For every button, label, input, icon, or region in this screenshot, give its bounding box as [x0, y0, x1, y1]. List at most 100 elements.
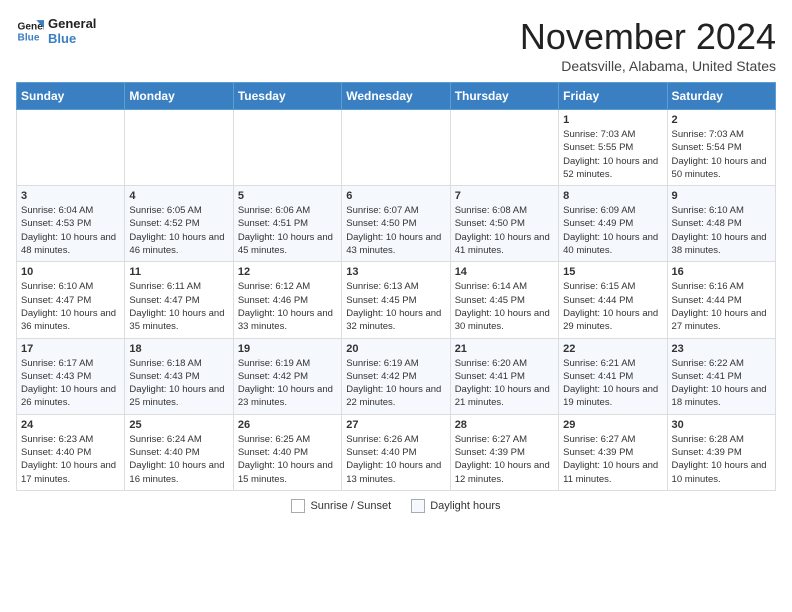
- day-info: Sunrise: 6:28 AM Sunset: 4:39 PM Dayligh…: [672, 433, 771, 486]
- day-info: Sunrise: 6:14 AM Sunset: 4:45 PM Dayligh…: [455, 280, 554, 333]
- logo: General Blue General Blue: [16, 16, 96, 46]
- day-cell: 26 Sunrise: 6:25 AM Sunset: 4:40 PM Dayli…: [233, 414, 341, 490]
- logo-line1: General: [48, 16, 96, 31]
- day-info: Sunrise: 6:10 AM Sunset: 4:48 PM Dayligh…: [672, 204, 771, 257]
- day-cell: 20 Sunrise: 6:19 AM Sunset: 4:42 PM Dayli…: [342, 338, 450, 414]
- day-cell: 3Sunrise: 6:04 AM Sunset: 4:53 PM Daylig…: [17, 186, 125, 262]
- day-cell: 28 Sunrise: 6:27 AM Sunset: 4:39 PM Dayli…: [450, 414, 558, 490]
- day-cell: 11 Sunrise: 6:11 AM Sunset: 4:47 PM Dayli…: [125, 262, 233, 338]
- day-cell: [450, 110, 558, 186]
- day-cell: 7Sunrise: 6:08 AM Sunset: 4:50 PM Daylig…: [450, 186, 558, 262]
- day-cell: 12Sunrise: 6:12 AM Sunset: 4:46 PM Dayli…: [233, 262, 341, 338]
- daylight-legend-label: Daylight hours: [430, 500, 500, 512]
- day-info: Sunrise: 6:18 AM Sunset: 4:43 PM Dayligh…: [129, 357, 228, 410]
- day-info: Sunrise: 6:19 AM Sunset: 4:42 PM Dayligh…: [238, 357, 337, 410]
- day-info: Sunrise: 6:13 AM Sunset: 4:45 PM Dayligh…: [346, 280, 445, 333]
- day-cell: 10 Sunrise: 6:10 AM Sunset: 4:47 PM Dayli…: [17, 262, 125, 338]
- weekday-header-row: SundayMondayTuesdayWednesdayThursdayFrid…: [17, 83, 776, 110]
- day-number: 10: [21, 266, 120, 278]
- weekday-monday: Monday: [125, 83, 233, 110]
- day-info: Sunrise: 6:27 AM Sunset: 4:39 PM Dayligh…: [563, 433, 662, 486]
- day-number: 20: [346, 343, 445, 355]
- day-info: Sunrise: 6:27 AM Sunset: 4:39 PM Dayligh…: [455, 433, 554, 486]
- day-cell: 15 Sunrise: 6:15 AM Sunset: 4:44 PM Dayli…: [559, 262, 667, 338]
- weekday-tuesday: Tuesday: [233, 83, 341, 110]
- sunrise-legend-label: Sunrise / Sunset: [310, 500, 391, 512]
- day-number: 24: [21, 419, 120, 431]
- day-cell: 22Sunrise: 6:21 AM Sunset: 4:41 PM Dayli…: [559, 338, 667, 414]
- day-number: 22: [563, 343, 662, 355]
- day-number: 21: [455, 343, 554, 355]
- day-info: Sunrise: 6:09 AM Sunset: 4:49 PM Dayligh…: [563, 204, 662, 257]
- day-number: 26: [238, 419, 337, 431]
- day-number: 19: [238, 343, 337, 355]
- day-number: 1: [563, 114, 662, 126]
- day-cell: [233, 110, 341, 186]
- day-number: 18: [129, 343, 228, 355]
- day-cell: 6Sunrise: 6:07 AM Sunset: 4:50 PM Daylig…: [342, 186, 450, 262]
- day-number: 17: [21, 343, 120, 355]
- day-cell: [342, 110, 450, 186]
- day-cell: 21 Sunrise: 6:20 AM Sunset: 4:41 PM Dayli…: [450, 338, 558, 414]
- day-number: 15: [563, 266, 662, 278]
- day-info: Sunrise: 6:26 AM Sunset: 4:40 PM Dayligh…: [346, 433, 445, 486]
- week-row-4: 17 Sunrise: 6:17 AM Sunset: 4:43 PM Dayli…: [17, 338, 776, 414]
- day-number: 27: [346, 419, 445, 431]
- day-cell: [17, 110, 125, 186]
- day-info: Sunrise: 6:15 AM Sunset: 4:44 PM Dayligh…: [563, 280, 662, 333]
- svg-text:Blue: Blue: [18, 32, 40, 43]
- sunrise-legend-box: [291, 499, 305, 513]
- page-header: General Blue General Blue November 2024 …: [16, 16, 776, 74]
- day-number: 8: [563, 190, 662, 202]
- day-number: 5: [238, 190, 337, 202]
- day-cell: 14Sunrise: 6:14 AM Sunset: 4:45 PM Dayli…: [450, 262, 558, 338]
- day-cell: 19 Sunrise: 6:19 AM Sunset: 4:42 PM Dayli…: [233, 338, 341, 414]
- daylight-legend: Daylight hours: [411, 499, 500, 513]
- day-cell: 23 Sunrise: 6:22 AM Sunset: 4:41 PM Dayli…: [667, 338, 775, 414]
- day-cell: 24Sunrise: 6:23 AM Sunset: 4:40 PM Dayli…: [17, 414, 125, 490]
- day-info: Sunrise: 6:25 AM Sunset: 4:40 PM Dayligh…: [238, 433, 337, 486]
- day-info: Sunrise: 6:20 AM Sunset: 4:41 PM Dayligh…: [455, 357, 554, 410]
- day-cell: 8 Sunrise: 6:09 AM Sunset: 4:49 PM Daylig…: [559, 186, 667, 262]
- day-info: Sunrise: 6:05 AM Sunset: 4:52 PM Dayligh…: [129, 204, 228, 257]
- title-block: November 2024 Deatsville, Alabama, Unite…: [520, 16, 776, 74]
- day-number: 28: [455, 419, 554, 431]
- day-number: 29: [563, 419, 662, 431]
- weekday-sunday: Sunday: [17, 83, 125, 110]
- day-number: 23: [672, 343, 771, 355]
- day-number: 11: [129, 266, 228, 278]
- day-number: 6: [346, 190, 445, 202]
- day-cell: 4 Sunrise: 6:05 AM Sunset: 4:52 PM Daylig…: [125, 186, 233, 262]
- day-cell: 1 Sunrise: 7:03 AM Sunset: 5:55 PM Daylig…: [559, 110, 667, 186]
- day-info: Sunrise: 6:19 AM Sunset: 4:42 PM Dayligh…: [346, 357, 445, 410]
- day-number: 3: [21, 190, 120, 202]
- day-number: 4: [129, 190, 228, 202]
- day-info: Sunrise: 6:10 AM Sunset: 4:47 PM Dayligh…: [21, 280, 120, 333]
- weekday-saturday: Saturday: [667, 83, 775, 110]
- day-info: Sunrise: 6:17 AM Sunset: 4:43 PM Dayligh…: [21, 357, 120, 410]
- day-number: 9: [672, 190, 771, 202]
- day-cell: 30 Sunrise: 6:28 AM Sunset: 4:39 PM Dayli…: [667, 414, 775, 490]
- day-cell: 18 Sunrise: 6:18 AM Sunset: 4:43 PM Dayli…: [125, 338, 233, 414]
- day-info: Sunrise: 6:24 AM Sunset: 4:40 PM Dayligh…: [129, 433, 228, 486]
- day-info: Sunrise: 7:03 AM Sunset: 5:55 PM Dayligh…: [563, 128, 662, 181]
- day-number: 7: [455, 190, 554, 202]
- weekday-thursday: Thursday: [450, 83, 558, 110]
- day-cell: 25Sunrise: 6:24 AM Sunset: 4:40 PM Dayli…: [125, 414, 233, 490]
- month-title: November 2024: [520, 16, 776, 58]
- day-info: Sunrise: 6:11 AM Sunset: 4:47 PM Dayligh…: [129, 280, 228, 333]
- day-cell: 16Sunrise: 6:16 AM Sunset: 4:44 PM Dayli…: [667, 262, 775, 338]
- day-number: 30: [672, 419, 771, 431]
- week-row-1: 1 Sunrise: 7:03 AM Sunset: 5:55 PM Daylig…: [17, 110, 776, 186]
- day-number: 2: [672, 114, 771, 126]
- day-info: Sunrise: 6:16 AM Sunset: 4:44 PM Dayligh…: [672, 280, 771, 333]
- legend: Sunrise / Sunset Daylight hours: [16, 499, 776, 513]
- weekday-friday: Friday: [559, 83, 667, 110]
- day-cell: 29 Sunrise: 6:27 AM Sunset: 4:39 PM Dayli…: [559, 414, 667, 490]
- sunrise-legend: Sunrise / Sunset: [291, 499, 391, 513]
- logo-icon: General Blue: [16, 17, 44, 45]
- day-info: Sunrise: 6:12 AM Sunset: 4:46 PM Dayligh…: [238, 280, 337, 333]
- day-info: Sunrise: 6:22 AM Sunset: 4:41 PM Dayligh…: [672, 357, 771, 410]
- day-cell: 5Sunrise: 6:06 AM Sunset: 4:51 PM Daylig…: [233, 186, 341, 262]
- day-cell: 2Sunrise: 7:03 AM Sunset: 5:54 PM Daylig…: [667, 110, 775, 186]
